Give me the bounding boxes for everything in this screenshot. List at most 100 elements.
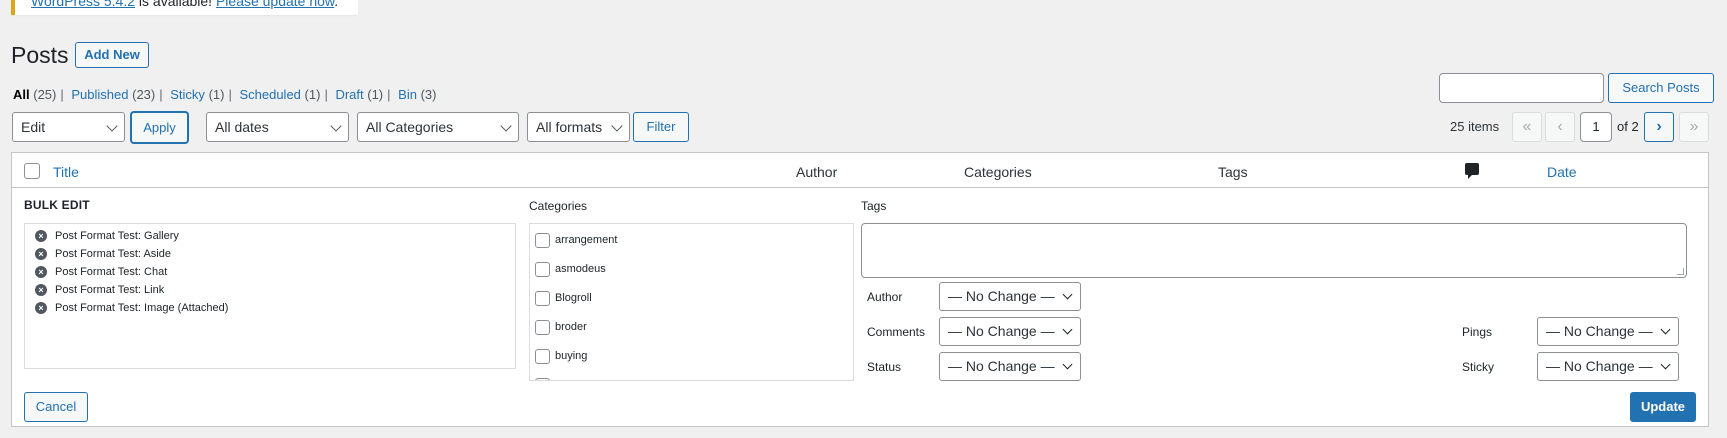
update-button[interactable]: Update [1630, 392, 1696, 422]
separator: | [60, 87, 64, 102]
category-label: buying [555, 350, 588, 362]
category-checkbox[interactable] [535, 378, 550, 380]
current-page-input[interactable]: 1 [1580, 112, 1612, 142]
remove-circle-icon[interactable]: × [35, 248, 47, 260]
table-header: Title Author Categories Tags Date [12, 153, 1708, 188]
list-item: × Post Format Test: Image (Attached) [25, 299, 515, 317]
comments-value: — No Change — [948, 323, 1055, 339]
notice-end: . [334, 0, 339, 9]
update-notice: WordPress 5.4.2 is available! Please upd… [11, 0, 358, 15]
chevron-down-icon [1062, 324, 1073, 335]
search-posts-button[interactable]: Search Posts [1608, 73, 1714, 103]
comments-select[interactable]: — No Change — [939, 317, 1081, 346]
posts-table: Title Author Categories Tags Date BULK E… [11, 152, 1709, 427]
wordpress-version-link[interactable]: WordPress 5.4.2 [31, 0, 135, 9]
items-count: 25 items [1450, 119, 1500, 134]
bulk-edit-title: BULK EDIT [24, 198, 90, 212]
list-item: broder [530, 313, 853, 342]
post-title: Post Format Test: Chat [55, 266, 168, 278]
separator: | [324, 87, 328, 102]
view-all[interactable]: All [13, 87, 30, 102]
category-filter-select[interactable]: All Categories [357, 112, 519, 142]
pings-value: — No Change — [1546, 323, 1653, 339]
select-all-checkbox[interactable] [24, 163, 40, 179]
chevron-down-icon [330, 120, 342, 132]
column-date[interactable]: Date [1547, 163, 1577, 181]
view-sticky-count: (1) [208, 87, 225, 102]
view-published[interactable]: Published [71, 87, 128, 102]
chevron-down-icon [500, 120, 512, 132]
list-item: arrangement [530, 226, 853, 255]
total-pages: of 2 [1617, 119, 1639, 134]
post-title: Post Format Test: Image (Attached) [55, 302, 229, 314]
first-page-button: « [1512, 112, 1542, 142]
sticky-select[interactable]: — No Change — [1537, 352, 1679, 381]
categories-checklist: arrangement asmodeus Blogroll broder buy… [529, 223, 854, 381]
prev-page-button: ‹ [1545, 112, 1575, 142]
post-status-views: All (25) | Published (23) | Sticky (1) | Sc… [13, 86, 436, 104]
category-checkbox[interactable] [535, 233, 550, 248]
bulk-action-value: Edit [21, 119, 46, 135]
add-new-button[interactable]: Add New [75, 42, 149, 68]
last-page-button: » [1679, 112, 1709, 142]
post-title: Post Format Test: Aside [55, 248, 171, 260]
format-filter-value: All formats [536, 119, 603, 135]
view-scheduled[interactable]: Scheduled [239, 87, 300, 102]
list-item: buying [530, 342, 853, 371]
list-item: × Post Format Test: Chat [25, 263, 515, 281]
post-title: Post Format Test: Gallery [55, 230, 179, 242]
update-now-link[interactable]: Please update now [216, 0, 334, 9]
category-label: broder [555, 321, 587, 333]
page-title: Posts [11, 42, 69, 68]
column-tags: Tags [1218, 164, 1248, 180]
date-filter-select[interactable]: All dates [206, 112, 349, 142]
chevron-down-icon [611, 120, 623, 132]
column-title[interactable]: Title [53, 163, 79, 181]
format-filter-select[interactable]: All formats [527, 112, 630, 142]
chevron-down-icon [1660, 324, 1671, 335]
pings-select[interactable]: — No Change — [1537, 317, 1679, 346]
view-all-count: (25) [33, 87, 57, 102]
separator: | [228, 87, 232, 102]
category-checkbox[interactable] [535, 291, 550, 306]
tags-textarea[interactable] [861, 223, 1687, 278]
remove-circle-icon[interactable]: × [35, 284, 47, 296]
pings-label: Pings [1462, 325, 1493, 339]
comment-bubble-icon[interactable] [1465, 163, 1479, 179]
filter-button[interactable]: Filter [633, 112, 689, 142]
remove-circle-icon[interactable]: × [35, 230, 47, 242]
comments-label: Comments [867, 325, 926, 339]
author-label: Author [867, 290, 903, 304]
status-value: — No Change — [948, 358, 1055, 374]
list-item: Blogroll [530, 284, 853, 313]
date-filter-value: All dates [215, 119, 269, 135]
cancel-button[interactable]: Cancel [24, 392, 88, 422]
category-checkbox[interactable] [535, 349, 550, 364]
list-item: × Post Format Test: Gallery [25, 227, 515, 245]
remove-circle-icon[interactable]: × [35, 266, 47, 278]
author-select[interactable]: — No Change — [939, 282, 1081, 311]
chevron-down-icon [1062, 289, 1073, 300]
category-label: arrangement [555, 234, 618, 246]
notice-text: is available! [135, 0, 216, 9]
category-checkbox[interactable] [535, 262, 550, 277]
apply-button[interactable]: Apply [131, 112, 188, 143]
categories-label: Categories [529, 199, 588, 213]
view-bin-count: (3) [420, 87, 437, 102]
view-bin[interactable]: Bin [398, 87, 417, 102]
chevron-down-icon [1062, 359, 1073, 370]
remove-circle-icon[interactable]: × [35, 302, 47, 314]
bulk-edit-post-list: × Post Format Test: Gallery × Post Format … [24, 223, 516, 369]
category-checkbox[interactable] [535, 320, 550, 335]
view-draft[interactable]: Draft [335, 87, 363, 102]
list-item: × Post Format Test: Aside [25, 245, 515, 263]
view-published-count: (23) [132, 87, 156, 102]
author-value: — No Change — [948, 288, 1055, 304]
search-input[interactable] [1439, 73, 1604, 103]
column-categories: Categories [964, 164, 1032, 180]
column-author: Author [796, 164, 838, 180]
view-sticky[interactable]: Sticky [170, 87, 205, 102]
status-select[interactable]: — No Change — [939, 352, 1081, 381]
bulk-action-select[interactable]: Edit [12, 112, 125, 142]
next-page-button[interactable]: › [1644, 112, 1674, 142]
